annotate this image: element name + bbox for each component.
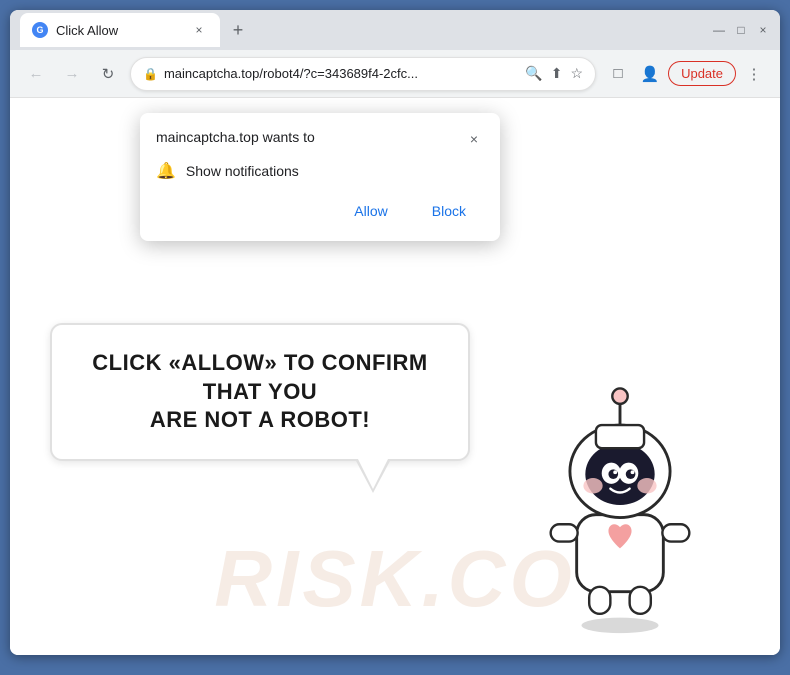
permission-text: Show notifications — [186, 163, 299, 179]
share-icon[interactable]: ⬆ — [551, 65, 563, 82]
tab-favicon: G — [32, 22, 48, 38]
nav-bar: ← → ↻ 🔒 maincaptcha.top/robot4/?c=343689… — [10, 50, 780, 98]
more-options-icon[interactable]: ⋮ — [740, 60, 768, 88]
block-button[interactable]: Block — [414, 197, 484, 225]
nav-right-controls: □ 👤 Update ⋮ — [604, 60, 768, 88]
minimize-button[interactable]: — — [712, 23, 726, 37]
robot-svg — [520, 375, 720, 635]
window-controls: — □ × — [712, 23, 770, 37]
title-bar: G Click Allow × + — □ × — [10, 10, 780, 50]
bookmark-icon[interactable]: ☆ — [571, 65, 584, 82]
tab-close-button[interactable]: × — [190, 21, 208, 39]
forward-button[interactable]: → — [58, 60, 86, 88]
back-button[interactable]: ← — [22, 60, 50, 88]
speech-bubble: CLICK «ALLOW» TO CONFIRM THAT YOU ARE NO… — [50, 323, 470, 461]
tab-title: Click Allow — [56, 23, 182, 38]
bubble-text: CLICK «ALLOW» TO CONFIRM THAT YOU ARE NO… — [82, 349, 438, 435]
dialog-permission-row: 🔔 Show notifications — [156, 161, 484, 181]
page-content: RISK.CO maincaptcha.top wants to × 🔔 Sho… — [10, 98, 780, 655]
robot-character — [520, 375, 720, 635]
dialog-close-button[interactable]: × — [464, 129, 484, 149]
tab-area: G Click Allow × + — [20, 13, 712, 47]
notification-permission-dialog: maincaptcha.top wants to × 🔔 Show notifi… — [140, 113, 500, 241]
search-icon[interactable]: 🔍 — [525, 65, 542, 82]
browser-window: G Click Allow × + — □ × ← → ↻ 🔒 maincapt… — [10, 10, 780, 655]
active-tab[interactable]: G Click Allow × — [20, 13, 220, 47]
lock-icon: 🔒 — [143, 67, 158, 81]
window-close-button[interactable]: × — [756, 23, 770, 37]
profile-icon[interactable]: 👤 — [636, 60, 664, 88]
reload-button[interactable]: ↻ — [94, 60, 122, 88]
extensions-icon[interactable]: □ — [604, 60, 632, 88]
address-icons: 🔍 ⬆ ☆ — [525, 65, 583, 82]
maximize-button[interactable]: □ — [734, 23, 748, 37]
address-bar[interactable]: 🔒 maincaptcha.top/robot4/?c=343689f4-2cf… — [130, 57, 596, 91]
new-tab-button[interactable]: + — [224, 16, 252, 44]
url-text: maincaptcha.top/robot4/?c=343689f4-2cfc.… — [164, 66, 519, 81]
dialog-buttons: Allow Block — [156, 197, 484, 225]
dialog-header: maincaptcha.top wants to × — [156, 129, 484, 149]
update-button[interactable]: Update — [668, 61, 736, 86]
bell-icon: 🔔 — [156, 161, 176, 181]
allow-button[interactable]: Allow — [336, 197, 405, 225]
dialog-title: maincaptcha.top wants to — [156, 129, 315, 145]
